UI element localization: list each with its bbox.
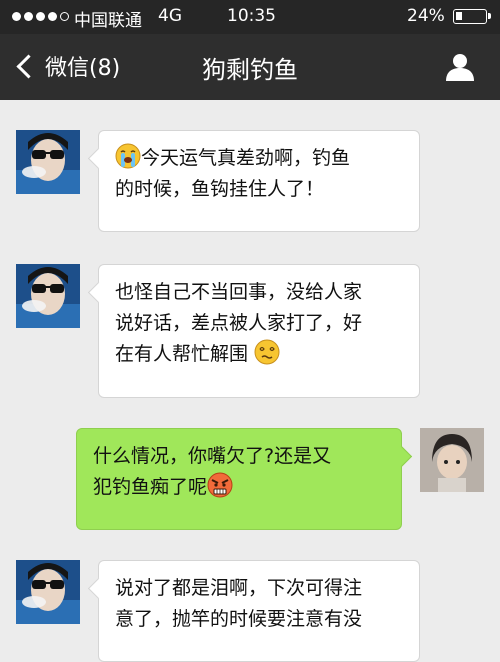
message-bubble-incoming[interactable]: 今天运气真差劲啊，钓鱼 的时候，鱼钩挂住人了！ [87, 130, 420, 232]
message-bubble-outgoing[interactable]: 什么情况，你嘴欠了?还是又 犯钓鱼痴了呢 [76, 428, 413, 530]
message-text: 也怪自己不当回事，没给人家 说好话，差点被人家打了，好 在有人帮忙解围 [115, 281, 363, 365]
my-avatar[interactable] [420, 428, 484, 492]
battery-icon [453, 9, 491, 24]
dizzy-face-icon [254, 339, 280, 365]
signal-strength-icon [12, 12, 69, 21]
message-bubble-incoming[interactable]: 说对了都是泪啊，下次可得注 意了，抛竿的时候要注意有没 [87, 560, 420, 662]
network-type: 4G [158, 6, 182, 26]
message-bubble-incoming[interactable]: 也怪自己不当回事，没给人家 说好话，差点被人家打了，好 在有人帮忙解围 [87, 264, 420, 398]
crying-face-icon [115, 143, 141, 169]
message-text: 说对了都是泪啊，下次可得注 意了，抛竿的时候要注意有没 [115, 577, 363, 630]
contact-avatar[interactable] [16, 560, 80, 624]
carrier-name: 中国联通 [74, 11, 142, 31]
nav-bar: 微信(8) 狗剩钓鱼 [0, 34, 500, 100]
contact-avatar[interactable] [16, 130, 80, 194]
status-time: 10:35 [227, 6, 276, 26]
status-bar: 中国联通 4G 10:35 24% [0, 0, 500, 34]
chat-area[interactable]: 今天运气真差劲啊，钓鱼 的时候，鱼钩挂住人了！ 也怪自己不当回事，没给人家 说好… [0, 100, 500, 662]
message-text: 什么情况，你嘴欠了?还是又 犯钓鱼痴了呢 [93, 445, 332, 498]
contact-avatar[interactable] [16, 264, 80, 328]
message-text: 今天运气真差劲啊，钓鱼 的时候，鱼钩挂住人了！ [115, 143, 403, 205]
chat-title: 狗剩钓鱼 [202, 56, 298, 84]
profile-icon[interactable] [444, 51, 476, 87]
battery-percent: 24% [407, 6, 445, 26]
angry-face-icon [207, 472, 233, 498]
